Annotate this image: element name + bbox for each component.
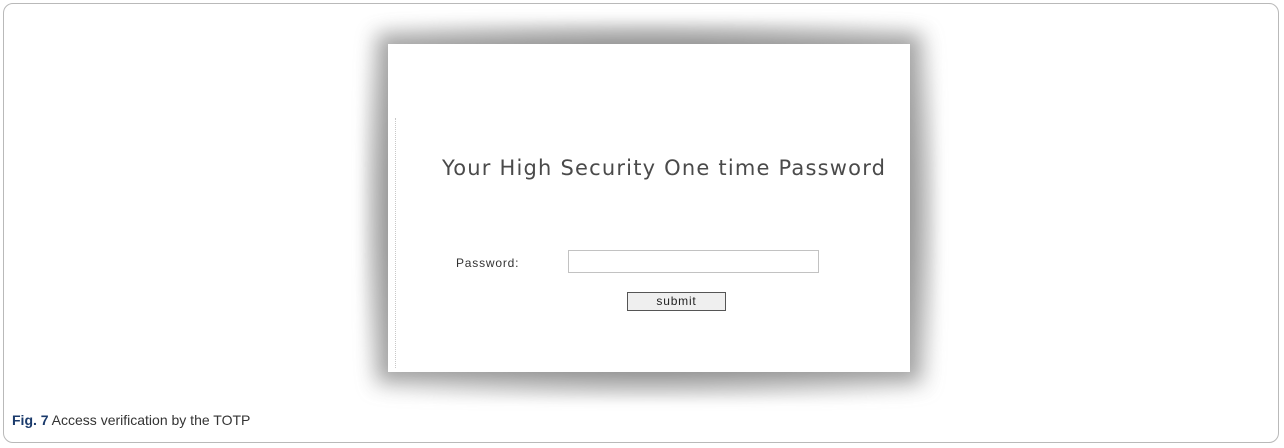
- submit-button[interactable]: submit: [627, 292, 726, 311]
- password-label: Password:: [456, 256, 520, 270]
- otp-title: Your High Security One time Password: [442, 156, 887, 180]
- figure-caption: Fig. 7 Access verification by the TOTP: [12, 412, 250, 428]
- otp-panel: [388, 44, 910, 372]
- figure-label: Fig. 7: [12, 412, 49, 428]
- panel-dotted-edge: [395, 118, 396, 368]
- password-input[interactable]: [568, 250, 819, 273]
- caption-text: Access verification by the TOTP: [48, 412, 251, 428]
